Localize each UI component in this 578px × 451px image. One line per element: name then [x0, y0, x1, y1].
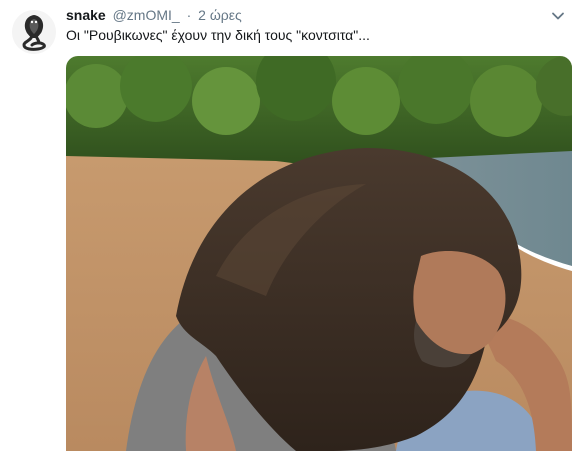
tweet-header: snake @zmOMI_ · 2 ώρες — [66, 5, 538, 25]
photo-image — [66, 56, 572, 451]
separator-dot: · — [186, 7, 192, 23]
author-handle[interactable]: @zmOMI_ — [113, 7, 180, 23]
tweet-photo[interactable] — [66, 56, 572, 451]
author-name[interactable]: snake — [66, 7, 106, 23]
more-options-button[interactable] — [550, 8, 566, 24]
tweet-timestamp[interactable]: 2 ώρες — [198, 7, 242, 23]
avatar[interactable] — [12, 10, 56, 54]
chevron-down-icon — [552, 12, 564, 20]
tweet-text: Οι "Ρουβικωνες" έχουν την δική τους "κον… — [66, 27, 370, 43]
tweet: snake @zmOMI_ · 2 ώρες Οι "Ρουβικωνες" έ… — [0, 0, 578, 451]
cobra-avatar-icon — [12, 10, 56, 54]
